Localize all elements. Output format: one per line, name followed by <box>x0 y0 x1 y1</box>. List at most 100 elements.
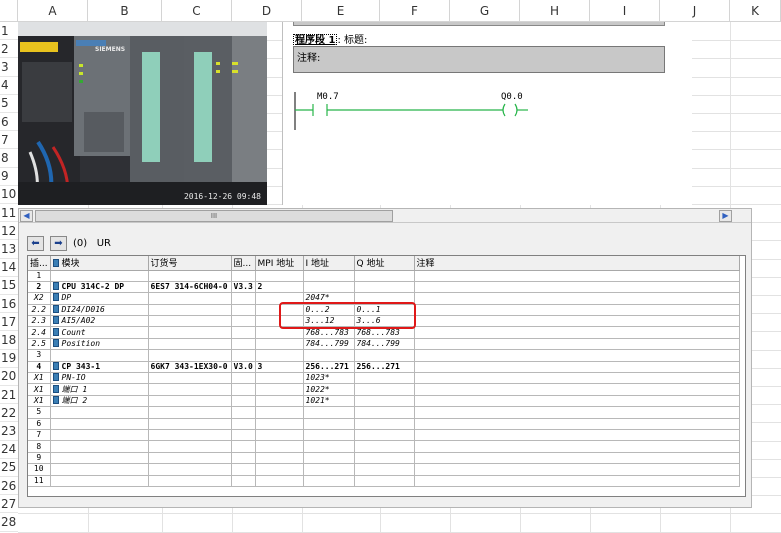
i-address-cell[interactable] <box>303 429 355 442</box>
comment-cell[interactable] <box>414 418 740 430</box>
q-address-cell[interactable] <box>354 475 415 487</box>
module-cell[interactable] <box>50 270 149 282</box>
slot-cell[interactable]: 2.4 <box>28 326 51 339</box>
row-header[interactable]: 21 <box>0 386 18 405</box>
slot-cell[interactable]: 1 <box>28 270 51 282</box>
q-address-cell[interactable] <box>354 452 415 465</box>
row-header[interactable]: 13 <box>0 240 18 259</box>
back-arrow-icon[interactable]: ⬅ <box>27 235 44 251</box>
firmware-cell[interactable] <box>231 326 256 339</box>
module-cell[interactable]: AI5/A02 <box>50 315 149 328</box>
mpi-cell[interactable] <box>255 406 304 419</box>
firmware-cell[interactable] <box>231 463 256 476</box>
row-header[interactable]: 6 <box>0 113 18 132</box>
firmware-cell[interactable] <box>231 349 256 362</box>
module-cell[interactable]: DI24/D016 <box>50 304 149 317</box>
hw-config-window[interactable]: ◀ III ▶ ⬅ ➡ (0) UR 插... 模块 订货号 固... MPI 地址 I … <box>18 208 752 508</box>
table-row[interactable]: X1 端口 2 1021* <box>28 395 740 408</box>
q-address-cell[interactable] <box>354 349 415 362</box>
i-address-cell[interactable] <box>303 281 355 294</box>
firmware-cell[interactable]: V3.3 <box>231 281 256 294</box>
order-cell[interactable] <box>148 406 232 419</box>
module-cell[interactable]: 端口 1 <box>50 383 149 396</box>
comment-cell[interactable] <box>414 338 740 351</box>
slot-cell[interactable]: 6 <box>28 418 51 430</box>
i-address-cell[interactable] <box>303 440 355 453</box>
column-header-2[interactable]: 订货号 <box>148 256 232 271</box>
order-cell[interactable] <box>148 429 232 442</box>
module-cell[interactable]: CP 343-1 <box>50 361 149 374</box>
order-cell[interactable] <box>148 452 232 465</box>
comment-cell[interactable] <box>414 315 740 328</box>
row-header[interactable]: 25 <box>0 459 18 477</box>
column-header-7[interactable]: 注释 <box>414 256 740 271</box>
row-header[interactable]: 23 <box>0 422 18 441</box>
table-row[interactable]: 9 <box>28 452 740 465</box>
i-address-cell[interactable] <box>303 406 355 419</box>
module-cell[interactable] <box>50 349 149 362</box>
slot-cell[interactable]: 2.3 <box>28 315 51 328</box>
order-cell[interactable] <box>148 418 232 430</box>
order-cell[interactable]: 6ES7 314-6CH04-0 <box>148 281 232 294</box>
firmware-cell[interactable] <box>231 475 256 487</box>
firmware-cell[interactable] <box>231 372 256 385</box>
mpi-cell[interactable] <box>255 372 304 385</box>
comment-cell[interactable] <box>414 292 740 305</box>
column-header[interactable]: K <box>730 0 781 22</box>
slot-cell[interactable]: X2 <box>28 292 51 305</box>
column-header[interactable]: C <box>162 0 232 22</box>
module-cell[interactable]: Position <box>50 338 149 351</box>
row-header[interactable]: 17 <box>0 313 18 332</box>
slot-cell[interactable]: X1 <box>28 383 51 396</box>
module-cell[interactable] <box>50 406 149 419</box>
slot-cell[interactable]: 7 <box>28 429 51 442</box>
mpi-cell[interactable]: 3 <box>255 361 304 374</box>
module-cell[interactable] <box>50 429 149 442</box>
order-cell[interactable] <box>148 383 232 396</box>
column-header[interactable]: A <box>18 0 88 22</box>
firmware-cell[interactable] <box>231 292 256 305</box>
module-cell[interactable]: CPU 314C-2 DP <box>50 281 149 294</box>
row-header[interactable]: 4 <box>0 77 18 95</box>
column-header-3[interactable]: 固... <box>231 256 256 271</box>
q-address-cell[interactable] <box>354 395 415 408</box>
firmware-cell[interactable]: V3.0 <box>231 361 256 374</box>
mpi-cell[interactable] <box>255 418 304 430</box>
table-row[interactable]: 7 <box>28 429 740 442</box>
i-address-cell[interactable]: 1021* <box>303 395 355 408</box>
scroll-thumb[interactable]: III <box>35 210 393 222</box>
order-cell[interactable] <box>148 304 232 317</box>
column-header-5[interactable]: I 地址 <box>303 256 355 271</box>
row-header[interactable]: 27 <box>0 495 18 514</box>
comment-cell[interactable] <box>414 281 740 294</box>
i-address-cell[interactable]: 1022* <box>303 383 355 396</box>
mpi-cell[interactable]: 2 <box>255 281 304 294</box>
row-header[interactable]: 19 <box>0 350 18 368</box>
order-cell[interactable] <box>148 338 232 351</box>
i-address-cell[interactable] <box>303 463 355 476</box>
slot-cell[interactable]: 10 <box>28 463 51 476</box>
firmware-cell[interactable] <box>231 338 256 351</box>
firmware-cell[interactable] <box>231 429 256 442</box>
module-cell[interactable]: 端口 2 <box>50 395 149 408</box>
order-cell[interactable] <box>148 463 232 476</box>
i-address-cell[interactable] <box>303 418 355 430</box>
q-address-cell[interactable] <box>354 463 415 476</box>
slot-cell[interactable]: 5 <box>28 406 51 419</box>
column-header-4[interactable]: MPI 地址 <box>255 256 304 271</box>
column-header-1[interactable]: 模块 <box>50 256 149 271</box>
forward-arrow-icon[interactable]: ➡ <box>50 235 67 251</box>
i-address-cell[interactable]: 256...271 <box>303 361 355 374</box>
table-row[interactable]: 1 <box>28 270 740 282</box>
row-header[interactable]: 3 <box>0 58 18 77</box>
firmware-cell[interactable] <box>231 418 256 430</box>
module-cell[interactable]: PN-IO <box>50 372 149 385</box>
q-address-cell[interactable] <box>354 372 415 385</box>
column-header[interactable]: G <box>450 0 520 22</box>
mpi-cell[interactable] <box>255 395 304 408</box>
row-header[interactable]: 11 <box>0 204 18 223</box>
module-cell[interactable]: Count <box>50 326 149 339</box>
table-row[interactable]: 2.5 Position 784...799 784...799 <box>28 338 740 351</box>
firmware-cell[interactable] <box>231 304 256 317</box>
row-header[interactable]: 28 <box>0 513 18 532</box>
